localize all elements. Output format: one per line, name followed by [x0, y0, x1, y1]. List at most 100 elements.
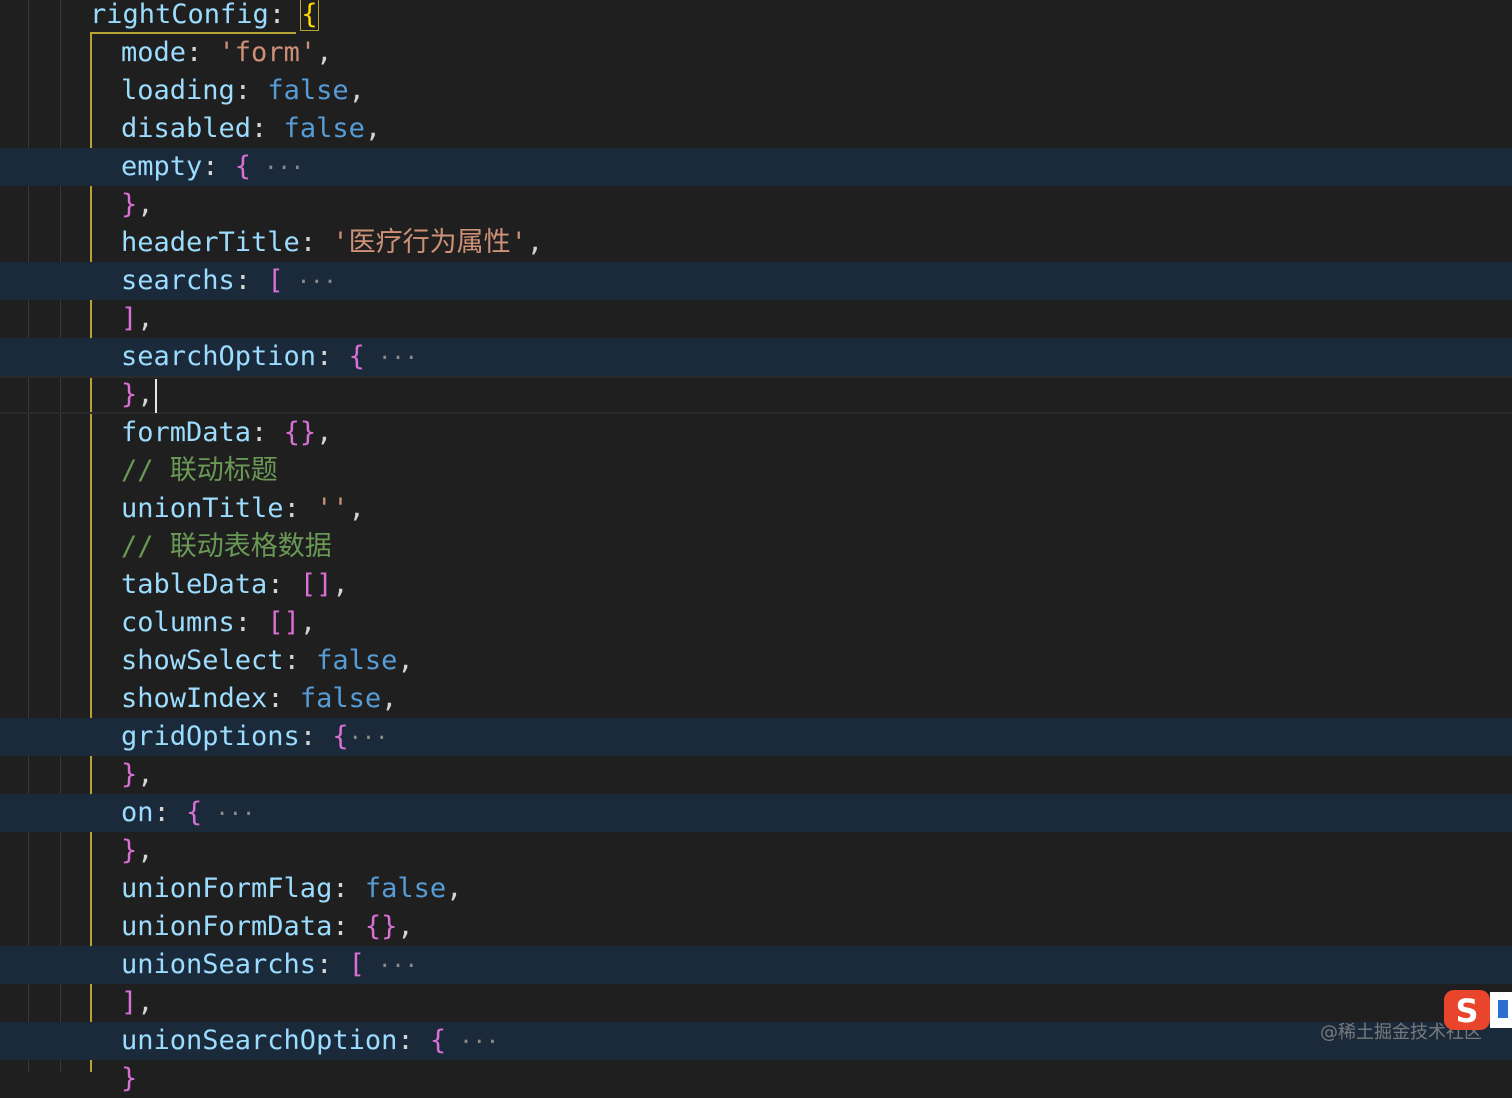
token-brace: }: [121, 835, 138, 866]
code-line[interactable]: },: [0, 186, 1512, 224]
token-punct: :: [251, 417, 284, 448]
code-line[interactable]: unionFormFlag: false,: [0, 870, 1512, 908]
token-kw: false: [283, 113, 365, 144]
token-key: unionFormData: [121, 911, 333, 942]
code-text: unionSearchs: [ ···: [121, 946, 418, 986]
token-brace: }: [121, 189, 138, 220]
code-line[interactable]: },: [0, 376, 1512, 414]
token-brace: [: [267, 265, 284, 296]
token-punct: ,: [137, 835, 154, 866]
token-punct: ,: [316, 37, 333, 68]
token-punct: ,: [137, 759, 154, 790]
code-text: },: [121, 832, 154, 870]
token-punct: :: [332, 873, 365, 904]
code-text: }: [121, 1060, 137, 1098]
code-text: },: [121, 756, 154, 794]
token-brace: {}: [364, 911, 398, 942]
token-brace: }: [121, 759, 138, 790]
fold-ellipsis[interactable]: ···: [284, 270, 337, 295]
code-text: },: [121, 376, 157, 414]
code-line[interactable]: unionSearchs: [ ···: [0, 946, 1512, 984]
code-line[interactable]: },: [0, 832, 1512, 870]
code-line[interactable]: // 联动表格数据: [0, 528, 1512, 566]
token-punct: :: [283, 493, 317, 524]
token-key: unionTitle: [121, 493, 284, 524]
code-line[interactable]: loading: false,: [0, 72, 1512, 110]
token-key: empty: [121, 151, 203, 182]
code-line[interactable]: mode: 'form',: [0, 34, 1512, 72]
text-cursor: [154, 378, 157, 413]
token-punct: :: [153, 797, 187, 828]
code-line[interactable]: columns: [],: [0, 604, 1512, 642]
code-text: rightConfig: {: [90, 0, 319, 34]
token-key: rightConfig: [90, 0, 269, 30]
token-punct: :: [299, 721, 333, 752]
code-line[interactable]: headerTitle: '医疗行为属性',: [0, 224, 1512, 262]
code-line[interactable]: showSelect: false,: [0, 642, 1512, 680]
code-text: searchOption: { ···: [121, 338, 418, 378]
token-brace: ]: [121, 303, 138, 334]
token-brace: {}: [283, 417, 317, 448]
code-line[interactable]: rightConfig: {: [0, 0, 1512, 34]
token-key: searchs: [121, 265, 235, 296]
token-brace: []: [299, 569, 333, 600]
token-punct: :: [283, 645, 317, 676]
token-punct: :: [267, 683, 300, 714]
code-text: },: [121, 186, 154, 224]
code-text: headerTitle: '医疗行为属性',: [121, 224, 543, 262]
code-line[interactable]: showIndex: false,: [0, 680, 1512, 718]
token-key: unionSearchs: [121, 949, 317, 980]
token-key: searchOption: [121, 341, 317, 372]
token-kw: false: [299, 683, 382, 714]
fold-ellipsis[interactable]: ···: [251, 156, 304, 181]
code-line[interactable]: gridOptions: {···: [0, 718, 1512, 756]
code-line[interactable]: ],: [0, 984, 1512, 1022]
token-punct: ,: [316, 417, 333, 448]
code-line[interactable]: },: [0, 756, 1512, 794]
code-text: searchs: [ ···: [121, 262, 337, 302]
fold-ellipsis[interactable]: ···: [446, 1030, 499, 1055]
code-text: on: { ···: [121, 794, 255, 834]
token-str: '': [316, 493, 349, 524]
fold-ellipsis[interactable]: ···: [365, 346, 418, 371]
code-text: empty: { ···: [121, 148, 304, 188]
sogou-ime-icon[interactable]: S: [1442, 986, 1512, 1034]
fold-ellipsis[interactable]: ···: [202, 802, 256, 827]
token-punct: ,: [364, 113, 382, 144]
code-editor[interactable]: rightConfig: {mode: 'form', loading: fals…: [0, 0, 1512, 1094]
sogou-ime-logo: S: [1444, 990, 1512, 1030]
token-brace: {: [332, 721, 349, 752]
code-line[interactable]: }: [0, 1060, 1512, 1098]
code-line[interactable]: tableData: [],: [0, 566, 1512, 604]
token-punct: :: [251, 113, 284, 144]
token-key: showIndex: [121, 683, 268, 714]
code-line[interactable]: unionFormData: {},: [0, 908, 1512, 946]
code-line[interactable]: ],: [0, 300, 1512, 338]
token-punct: ,: [526, 227, 544, 258]
fold-ellipsis[interactable]: ···: [365, 954, 418, 979]
code-line[interactable]: searchs: [ ···: [0, 262, 1512, 300]
token-punct: :: [234, 607, 268, 638]
token-punct: ,: [137, 303, 154, 334]
code-line[interactable]: searchOption: { ···: [0, 338, 1512, 376]
fold-ellipsis[interactable]: ···: [349, 726, 389, 751]
token-punct: :: [234, 75, 268, 106]
token-punct: :: [299, 227, 333, 258]
token-punct: :: [202, 151, 235, 182]
token-key: loading: [121, 75, 235, 106]
token-key: on: [121, 797, 154, 828]
code-line[interactable]: disabled: false,: [0, 110, 1512, 148]
token-key: formData: [121, 417, 252, 448]
code-line[interactable]: unionTitle: '',: [0, 490, 1512, 528]
code-line[interactable]: // 联动标题: [0, 452, 1512, 490]
token-punct: ,: [397, 911, 414, 942]
token-punct: :: [332, 911, 365, 942]
code-line[interactable]: empty: { ···: [0, 148, 1512, 186]
code-line[interactable]: unionSearchOption: { ···: [0, 1022, 1512, 1060]
svg-text:S: S: [1455, 992, 1478, 1030]
code-line[interactable]: on: { ···: [0, 794, 1512, 832]
token-punct: ,: [348, 493, 365, 524]
token-kw: false: [364, 873, 447, 904]
code-line[interactable]: formData: {},: [0, 414, 1512, 452]
token-key: unionFormFlag: [121, 873, 333, 904]
